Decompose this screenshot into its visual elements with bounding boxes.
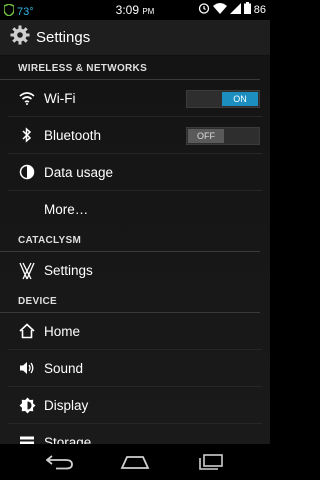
home-nav-icon [120, 456, 150, 469]
data-usage-item[interactable]: Data usage [8, 154, 262, 191]
clock-ampm: PM [142, 7, 155, 16]
wifi-item[interactable]: Wi-Fi ON [8, 80, 262, 117]
back-button[interactable] [45, 452, 75, 472]
wifi-signal-icon [212, 2, 227, 17]
sound-item[interactable]: Sound [8, 350, 262, 387]
home-icon [18, 322, 36, 340]
home-item[interactable]: Home [8, 313, 262, 350]
recent-apps-button[interactable] [196, 452, 226, 472]
bluetooth-icon [18, 126, 36, 144]
navigation-bar [0, 444, 270, 480]
cataclysm-logo-icon [18, 262, 36, 280]
settings-list[interactable]: WIRELESS & NETWORKS Wi-Fi ON Bluetooth O… [0, 56, 270, 444]
battery-level: 86 [253, 3, 266, 16]
home-button[interactable] [120, 452, 150, 472]
home-label: Home [44, 323, 81, 339]
alarm-icon [198, 2, 210, 17]
wifi-icon [18, 89, 36, 107]
section-header-device: DEVICE [0, 289, 260, 313]
back-icon [46, 455, 73, 470]
bluetooth-toggle[interactable]: OFF [186, 127, 260, 145]
settings-gear-icon[interactable] [10, 25, 30, 50]
more-label: More… [44, 202, 89, 217]
cataclysm-settings-label: Settings [44, 263, 93, 278]
data-usage-icon [18, 163, 36, 181]
storage-icon [18, 434, 36, 444]
sound-label: Sound [44, 360, 84, 376]
brightness-icon [18, 396, 36, 414]
wifi-label: Wi-Fi [44, 90, 76, 106]
display-item[interactable]: Display [8, 387, 262, 424]
section-header-wireless: WIRELESS & NETWORKS [0, 56, 260, 80]
display-label: Display [44, 397, 89, 413]
recent-apps-icon [199, 454, 223, 470]
status-bar: 73° 3:09 PM 86 [0, 0, 270, 20]
battery-icon [243, 2, 251, 17]
wifi-toggle[interactable]: ON [186, 90, 260, 108]
page-title: Settings [36, 29, 91, 46]
bluetooth-label: Bluetooth [44, 127, 102, 143]
storage-item[interactable]: Storage [8, 424, 262, 444]
cataclysm-settings-item[interactable]: Settings [8, 252, 262, 289]
bluetooth-item[interactable]: Bluetooth OFF [8, 117, 262, 154]
action-bar: Settings [0, 20, 270, 56]
status-right: 86 [198, 2, 266, 17]
wifi-toggle-state: ON [222, 92, 258, 106]
data-usage-label: Data usage [44, 164, 114, 180]
more-item[interactable]: More… [8, 191, 262, 228]
storage-label: Storage [44, 435, 92, 444]
section-header-cataclysm: CATACLYSM [0, 228, 260, 252]
cell-signal-icon [229, 2, 241, 17]
clock-time: 3:09 [115, 3, 139, 17]
bluetooth-toggle-state: OFF [188, 129, 224, 143]
speaker-icon [18, 359, 36, 377]
